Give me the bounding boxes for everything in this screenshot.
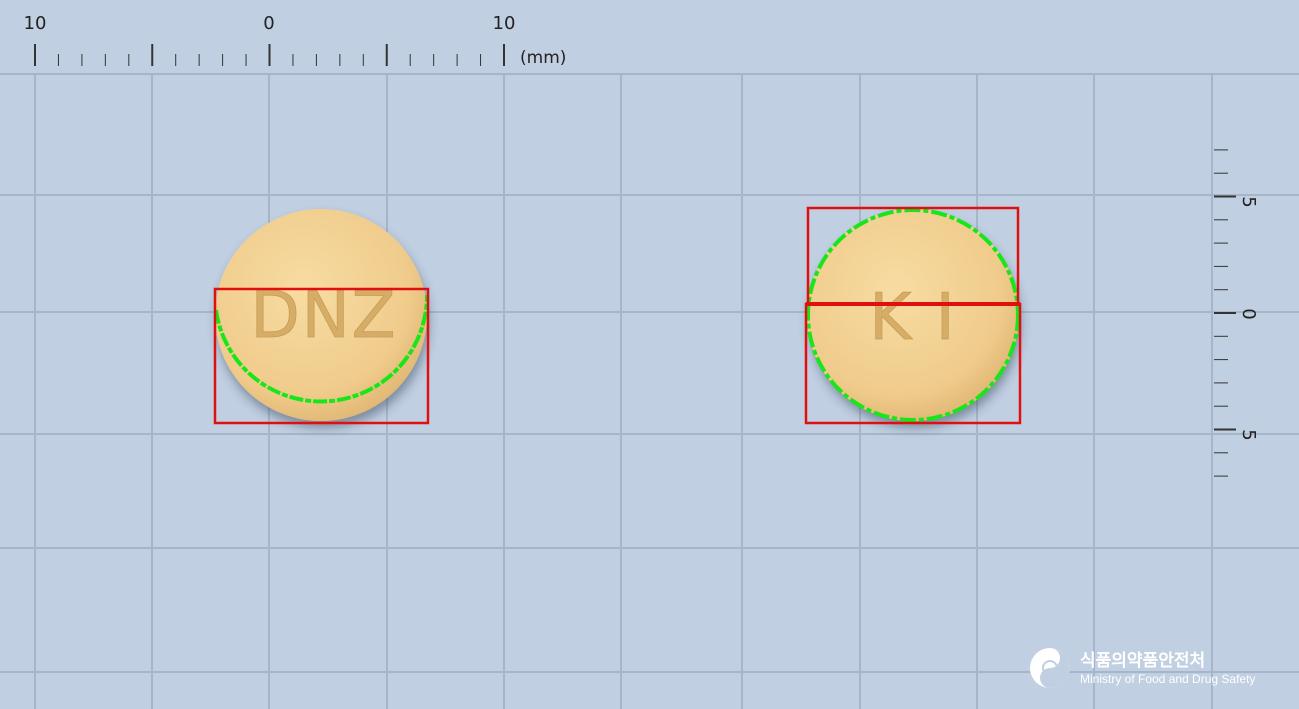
top-ruler-unit: (mm) bbox=[520, 48, 566, 68]
logo-name-en: Ministry of Food and Drug Safety bbox=[1080, 672, 1255, 686]
pill-photo-canvas: 10 0 10 (mm) 5 0 5 DNZ K I 식품의약품안전처 Mini… bbox=[0, 13, 1299, 709]
taegeuk-icon bbox=[1030, 648, 1070, 688]
right-ruler-label-bottom: 5 bbox=[1238, 429, 1259, 440]
tablet-front: DNZ bbox=[213, 209, 430, 425]
top-ruler-label-left: 10 bbox=[24, 13, 47, 34]
top-ruler-label-zero: 0 bbox=[263, 13, 274, 34]
right-ruler-label-zero: 0 bbox=[1238, 308, 1259, 319]
top-ruler-label-right: 10 bbox=[493, 13, 516, 34]
ministry-logo: 식품의약품안전처 Ministry of Food and Drug Safet… bbox=[1030, 648, 1255, 688]
top-ruler: 10 0 10 (mm) bbox=[24, 13, 567, 68]
tablet-back: K I bbox=[804, 206, 1022, 425]
background-grid bbox=[0, 73, 1299, 709]
right-ruler-label-top: 5 bbox=[1238, 196, 1259, 207]
logo-name-ko: 식품의약품안전처 bbox=[1080, 650, 1205, 671]
tablet-back-imprint: K I bbox=[869, 281, 956, 355]
